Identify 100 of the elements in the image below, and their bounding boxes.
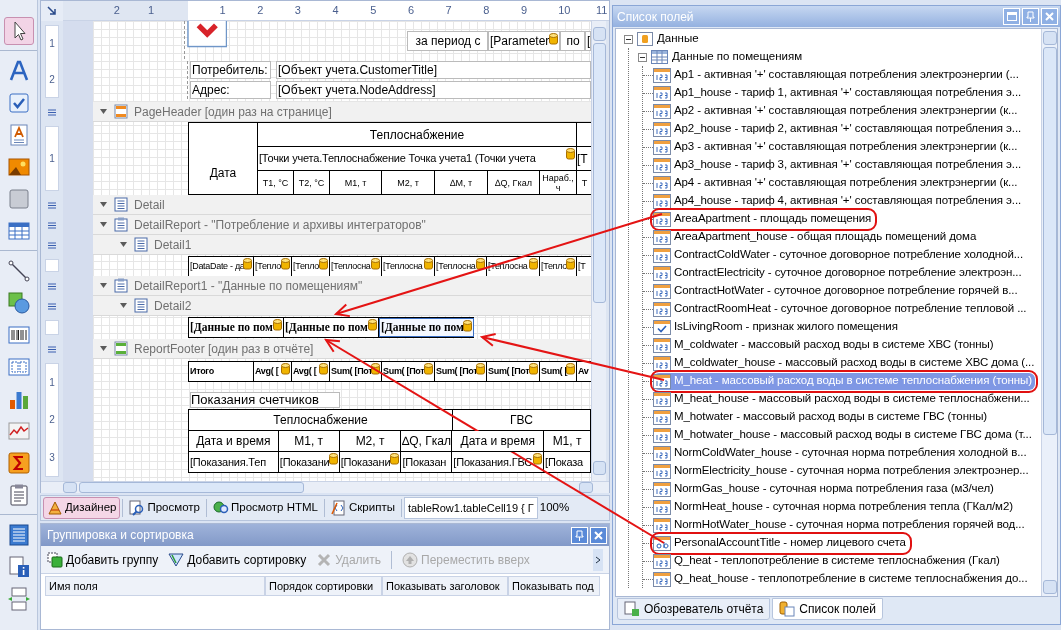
cell-text: Avg( [ (292, 364, 317, 378)
toolbar-button[interactable]: Добавить группу (47, 550, 159, 569)
field-item[interactable]: PersonalAccountTitle - номер лицевого счета (653, 534, 909, 552)
grip-icon[interactable] (48, 302, 56, 310)
column-header[interactable]: Показывать заголовок (382, 576, 508, 596)
field-label: Потребитель: (190, 61, 271, 79)
database-icon (371, 363, 380, 375)
horizontal-scrollbar[interactable] (41, 481, 609, 493)
field-item[interactable]: ContractHotWater - суточное договорное потребление горячей в... (653, 282, 1021, 300)
field-item[interactable]: NormElectricity_house - суточная норма потребления электроэнер... (653, 462, 1032, 480)
corner-arrow-icon[interactable] (47, 6, 57, 16)
view-tab[interactable]: Дизайнер (43, 497, 121, 519)
numeric-field-icon (653, 301, 671, 317)
tree-item[interactable]: Данные по помещениям (672, 48, 803, 66)
ruler-number: 1 (49, 37, 55, 52)
field-item[interactable]: Ap1_house - тариф 1, активная '+' составляющая потребления э... (653, 84, 1025, 102)
collapse-toggle-icon[interactable] (119, 301, 128, 310)
field-item[interactable]: M_coldwater - массовый расход воды в системе ХВС (тонны) (653, 336, 997, 354)
database-icon (319, 363, 328, 375)
band-header[interactable]: Detail2 (93, 296, 591, 316)
field-item[interactable]: Ap3_house - тариф 3, активная '+' составляющая потребления э... (653, 156, 1025, 174)
field-item[interactable]: ContractElectricity - суточное договорное потребление электроэн... (653, 264, 1025, 282)
band-header[interactable]: DetailReport1 - "Данные по помещениям" (93, 276, 591, 296)
tree-item[interactable]: Данные (657, 30, 699, 48)
cell-text: [Показан (401, 454, 447, 470)
panel-tab[interactable]: Список полей (772, 598, 883, 620)
field-item[interactable]: M_hotwater_house - массовый расход воды в системе ГВС дома (т... (653, 426, 1035, 444)
collapse-toggle-icon[interactable] (99, 281, 108, 290)
field-item[interactable]: M_coldwater_house - массовый расход воды в системе ХВС дома (... (653, 354, 1038, 372)
collapse-toggle-icon[interactable] (624, 34, 633, 44)
vertical-ruler (45, 259, 59, 272)
view-tab[interactable]: Просмотр HTML (209, 497, 322, 519)
grip-icon[interactable] (48, 241, 56, 249)
collapse-toggle-icon[interactable] (99, 107, 108, 116)
view-tab[interactable]: Просмотр (125, 497, 204, 519)
grip-icon[interactable] (48, 221, 56, 229)
vertical-scrollbar[interactable] (591, 21, 606, 481)
database-icon (463, 320, 472, 332)
field-item[interactable]: M_heat_house - массовый расход воды в системе теплоснабжени... (653, 390, 1033, 408)
zoom-level[interactable]: 100% (539, 499, 570, 517)
picture-icon (6, 155, 31, 179)
field-item[interactable]: Q_heat - теплопотребление в системе теплоснабжения (Гкал) (653, 552, 1003, 570)
band-header[interactable]: PageHeader [один раз на странице] (93, 102, 591, 122)
pin-button[interactable] (571, 526, 588, 544)
band-icon (134, 298, 148, 313)
database-icon (424, 258, 433, 270)
column-header[interactable]: Показывать под (508, 576, 600, 596)
field-item[interactable]: M_hotwater - массовый расход воды в системе ГВС (тонны) (653, 408, 991, 426)
ruler-number: 2 (49, 413, 55, 428)
collapse-toggle-icon[interactable] (99, 220, 108, 229)
selection-path-field[interactable]: tableRow1.tableCell19 { Г (403, 497, 538, 519)
data-source-icon (637, 32, 653, 46)
grip-icon[interactable] (48, 282, 56, 290)
field-item[interactable]: Ap1 - активная '+' составляющая потребления электроэнергии (... (653, 66, 1022, 84)
table-header-cell: М1, т (278, 431, 340, 452)
pin-icon (1026, 11, 1035, 22)
field-item[interactable]: NormColdWater_house - суточная норма потребления холодной в... (653, 444, 1030, 462)
band-title: DetailReport - "Потребление и архивы интеграторов" (134, 216, 426, 234)
field-item[interactable]: Ap2 - активная '+' составляющая потребления электрэнергии (к... (653, 102, 1021, 120)
field-item[interactable]: NormGas_house - суточная норма потребления газа (м3/чел) (653, 480, 997, 498)
collapse-toggle-icon[interactable] (119, 240, 128, 249)
collapse-toggle-icon[interactable] (99, 200, 108, 209)
band-header[interactable]: DetailReport - "Потребление и архивы интеграторов" (93, 215, 591, 235)
collapse-toggle-icon[interactable] (638, 52, 647, 62)
view-tab[interactable]: Скрипты (327, 497, 399, 519)
band-header[interactable]: Detail (93, 195, 591, 215)
column-header[interactable]: Имя поля (45, 576, 265, 596)
toolbar-button[interactable]: Добавить сортировку (168, 550, 307, 569)
band-header[interactable]: ReportFooter [один раз в отчёте] (93, 339, 591, 359)
grip-icon[interactable] (48, 201, 56, 209)
column-header[interactable]: Порядок сортировки (265, 576, 382, 596)
cell-text: [Точки учета.Теплоснабжение Точка учета1 (Точки учета (258, 151, 536, 167)
cell-text: [Теплосна (487, 259, 528, 273)
field-item[interactable]: Ap3 - активная '+' составляющая потребления электрэнергии (к... (653, 138, 1021, 156)
field-item[interactable]: NormHotWater_house - суточная норма потребления горячей вод... (653, 516, 1028, 534)
tool-button[interactable] (3, 17, 34, 45)
vertical-scrollbar[interactable] (1041, 29, 1057, 596)
collapse-toggle-icon[interactable] (99, 344, 108, 353)
field-item[interactable]: Ap2_house - тариф 2, активная '+' составляющая потребления э... (653, 120, 1025, 138)
field-item[interactable]: NormHeat_house - суточная норма потребления тепла (ГКал/м2) (653, 498, 1016, 516)
grip-icon[interactable] (48, 108, 56, 116)
numeric-field-icon (653, 427, 671, 443)
field-item[interactable]: IsLivingRoom - признак жилого помещения (653, 318, 901, 336)
database-icon (368, 319, 377, 331)
field-item[interactable]: Ap4 - активная '+' составляющая потребления электрэнергии (к... (653, 174, 1021, 192)
field-item[interactable]: AreaApartment - площадь помещения (653, 210, 875, 228)
field-item[interactable]: AreaApartment_house - общая площадь помещений дома (653, 228, 980, 246)
field-item[interactable]: Ap4_house - тариф 4, активная '+' составляющая потребления э... (653, 192, 1025, 210)
database-icon (281, 258, 290, 270)
panel-tab[interactable]: Обозреватель отчёта (617, 598, 771, 620)
overflow-chevron-icon[interactable] (593, 548, 603, 571)
field-item[interactable]: Q_heat_house - теплопотребление в системе теплоснабжения до... (653, 570, 1031, 588)
field-item[interactable]: ContractColdWater - суточное договорное потребление холодной... (653, 246, 1026, 264)
grip-icon[interactable] (48, 345, 56, 353)
close-button[interactable] (590, 526, 607, 544)
table-icon (651, 50, 668, 64)
band-title: Detail2 (154, 297, 192, 315)
band-icon (114, 104, 128, 119)
field-item[interactable]: ContractRoomHeat - суточное договорное потребление тепловой ... (653, 300, 1030, 318)
band-header[interactable]: Detail1 (93, 235, 591, 255)
